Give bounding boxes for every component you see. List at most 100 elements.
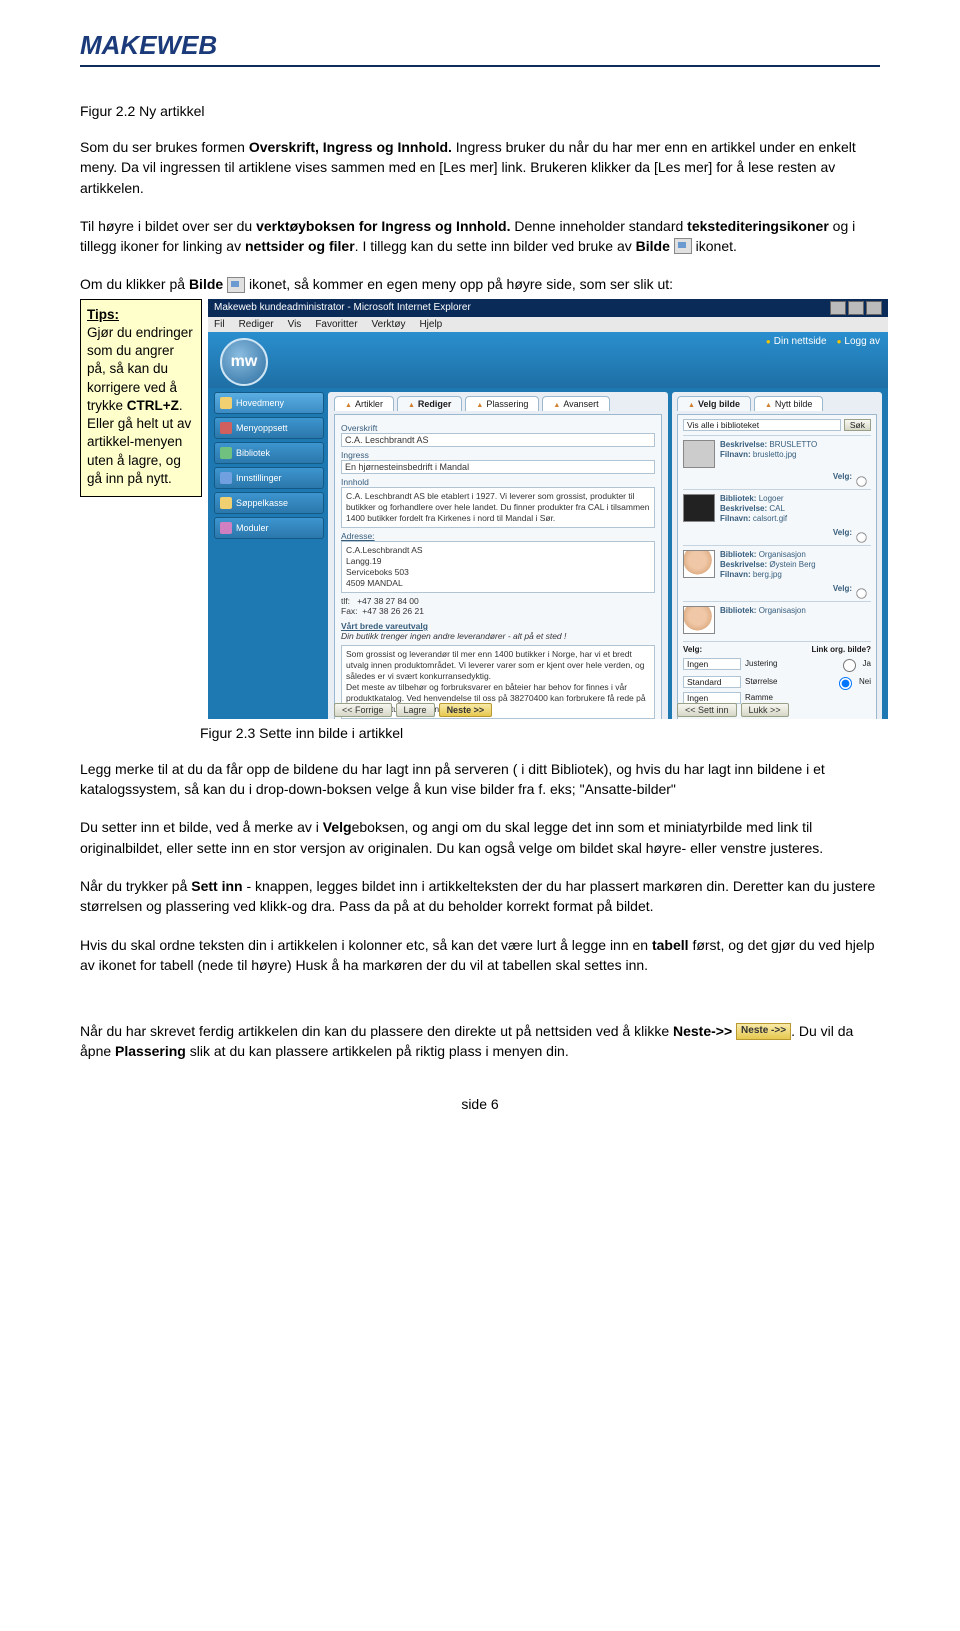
- paragraph-5: Du setter inn et bilde, ved å merke av i…: [80, 817, 880, 858]
- btn-settinn[interactable]: << Sett inn: [677, 703, 737, 717]
- tab-plassering[interactable]: Plassering: [465, 396, 539, 411]
- menu-item[interactable]: Hjelp: [419, 319, 442, 330]
- btn-forrige[interactable]: << Forrige: [334, 703, 392, 717]
- sidebar-item-hovedmeny[interactable]: Hovedmeny: [214, 392, 324, 414]
- image-icon: [227, 277, 245, 293]
- meta-besk: Øystein Berg: [769, 560, 815, 569]
- tab-velgbilde[interactable]: Velg bilde: [677, 396, 751, 411]
- browser-menubar: Fil Rediger Vis Favoritter Verktøy Hjelp: [208, 317, 888, 332]
- field-adresse[interactable]: C.A.Leschbrandt AS Langg.19 Serviceboks …: [341, 541, 655, 593]
- menu-item[interactable]: Favoritter: [315, 319, 357, 330]
- link-nettside[interactable]: Din nettside: [766, 336, 827, 347]
- header-bar: MAKEWEB: [80, 30, 880, 67]
- tips-kbd: CTRL+Z: [127, 398, 179, 413]
- app-body: Hovedmeny Menyoppsett Bibliotek Innstill…: [208, 388, 888, 719]
- tab-nyttbilde[interactable]: Nytt bilde: [754, 396, 823, 411]
- btn-neste[interactable]: Neste >>: [439, 703, 493, 717]
- window-buttons: [830, 301, 882, 315]
- heading-vart: Vårt brede vareutvalg: [341, 621, 655, 631]
- search-row: Vis alle i biblioteket Søk: [683, 419, 871, 431]
- text-bold: tekstediteringsikoner: [687, 218, 829, 234]
- settings-icon: [220, 472, 232, 484]
- maximize-icon[interactable]: [848, 301, 864, 315]
- sidebar-label: Moduler: [236, 523, 269, 533]
- btn-sok[interactable]: Søk: [844, 419, 871, 431]
- text-bold: Bilde: [189, 276, 223, 292]
- opt-select[interactable]: Standard: [683, 676, 741, 688]
- text: Denne inneholder standard: [510, 218, 687, 234]
- meta-besk: BRUSLETTO: [769, 440, 817, 449]
- text: Hvis du skal ordne teksten din i artikke…: [80, 937, 652, 953]
- meta-bib: Organisasjon: [759, 606, 806, 615]
- thumbnail-icon: [683, 494, 715, 522]
- text: ikonet, så kommer en egen meny opp på hø…: [245, 276, 673, 292]
- menu-icon: [220, 422, 232, 434]
- menu-item[interactable]: Rediger: [239, 319, 274, 330]
- meta-bib: Logoer: [759, 494, 784, 503]
- sidebar-label: Menyoppsett: [236, 423, 288, 433]
- screenshot-row: Tips: Gjør du endringer som du angrer på…: [80, 299, 880, 719]
- image-panel-buttons: << Sett inn Lukk >>: [677, 703, 789, 717]
- tab-artikler[interactable]: Artikler: [334, 396, 394, 411]
- minimize-icon[interactable]: [830, 301, 846, 315]
- menu-item[interactable]: Vis: [288, 319, 302, 330]
- center-tabs: Artikler Rediger Plassering Avansert: [334, 396, 662, 411]
- btn-lukk[interactable]: Lukk >>: [741, 703, 789, 717]
- sidebar-item-moduler[interactable]: Moduler: [214, 517, 324, 539]
- image-entry: Bibliotek: OrganisasjonBeskrivelse: Øyst…: [683, 545, 871, 583]
- opt-label: Størrelse: [745, 677, 830, 686]
- velg-radio[interactable]: [856, 588, 866, 598]
- text-bold: tabell: [652, 937, 689, 953]
- velg-row: Velg:: [683, 471, 871, 489]
- velg-row: Velg:: [683, 583, 871, 601]
- value-tlf: +47 38 27 84 00: [357, 596, 419, 606]
- opt-select[interactable]: Ingen: [683, 658, 741, 670]
- select-visalle[interactable]: Vis alle i biblioteket: [683, 419, 841, 431]
- contact-row: tlf: +47 38 27 84 00 Fax: +47 38 26 26 2…: [341, 596, 655, 616]
- field-ingress[interactable]: En hjørnesteinsbedrift i Mandal: [341, 460, 655, 474]
- screenshot-container: Makeweb kundeadministrator - Microsoft I…: [208, 299, 888, 719]
- velg-row: Velg:: [683, 527, 871, 545]
- text: . I tillegg kan du sette inn bilder ved …: [355, 238, 636, 254]
- btn-lagre[interactable]: Lagre: [396, 703, 435, 717]
- tab-avansert[interactable]: Avansert: [542, 396, 609, 411]
- label-overskrift: Overskrift: [341, 423, 655, 433]
- velg-label: Velg:: [833, 584, 852, 600]
- library-icon: [220, 447, 232, 459]
- velg-label: Velg:: [833, 472, 852, 488]
- field-overskrift[interactable]: C.A. Leschbrandt AS: [341, 433, 655, 447]
- window-title: Makeweb kundeadministrator - Microsoft I…: [214, 302, 471, 313]
- close-icon[interactable]: [866, 301, 882, 315]
- image-entry: Beskrivelse: BRUSLETTOFilnavn: brusletto…: [683, 435, 871, 471]
- tips-title: Tips:: [87, 307, 119, 322]
- sidebar-label: Innstillinger: [236, 473, 282, 483]
- field-innhold[interactable]: C.A. Leschbrandt AS ble etablert i 1927.…: [341, 487, 655, 528]
- option-row: StandardStørrelseNei: [683, 674, 871, 690]
- text: slik at du kan plassere artikkelen på ri…: [186, 1043, 569, 1059]
- sidebar-item-innstillinger[interactable]: Innstillinger: [214, 467, 324, 489]
- menu-item[interactable]: Verktøy: [372, 319, 406, 330]
- paragraph-7: Hvis du skal ordne teksten din i artikke…: [80, 935, 880, 976]
- velg-radio[interactable]: [856, 476, 866, 486]
- opt-label: Ramme: [745, 693, 871, 702]
- text-bold: nettsider og filer: [245, 238, 355, 254]
- tab-rediger[interactable]: Rediger: [397, 396, 462, 411]
- velg-label: Velg:: [683, 645, 702, 654]
- app-logo-icon: mw: [220, 338, 268, 386]
- text-bold: Plassering: [115, 1043, 186, 1059]
- page-number: side 6: [80, 1096, 880, 1112]
- menu-item[interactable]: Fil: [214, 319, 225, 330]
- velg-radio[interactable]: [856, 532, 866, 542]
- value-fax: +47 38 26 26 21: [362, 606, 424, 616]
- link-loggav[interactable]: Logg av: [837, 336, 880, 347]
- sidebar: Hovedmeny Menyoppsett Bibliotek Innstill…: [214, 392, 324, 719]
- paragraph-intro-1: Som du ser brukes formen Overskrift, Ing…: [80, 137, 880, 198]
- opt-radio[interactable]: [843, 659, 856, 672]
- label-ingress: Ingress: [341, 450, 655, 460]
- sidebar-item-bibliotek[interactable]: Bibliotek: [214, 442, 324, 464]
- header-links: Din nettside Logg av: [766, 336, 880, 347]
- opt-radio[interactable]: [839, 677, 852, 690]
- makeweb-logo: MAKEWEB: [80, 30, 217, 60]
- sidebar-item-menyoppsett[interactable]: Menyoppsett: [214, 417, 324, 439]
- sidebar-item-soppelkasse[interactable]: Søppelkasse: [214, 492, 324, 514]
